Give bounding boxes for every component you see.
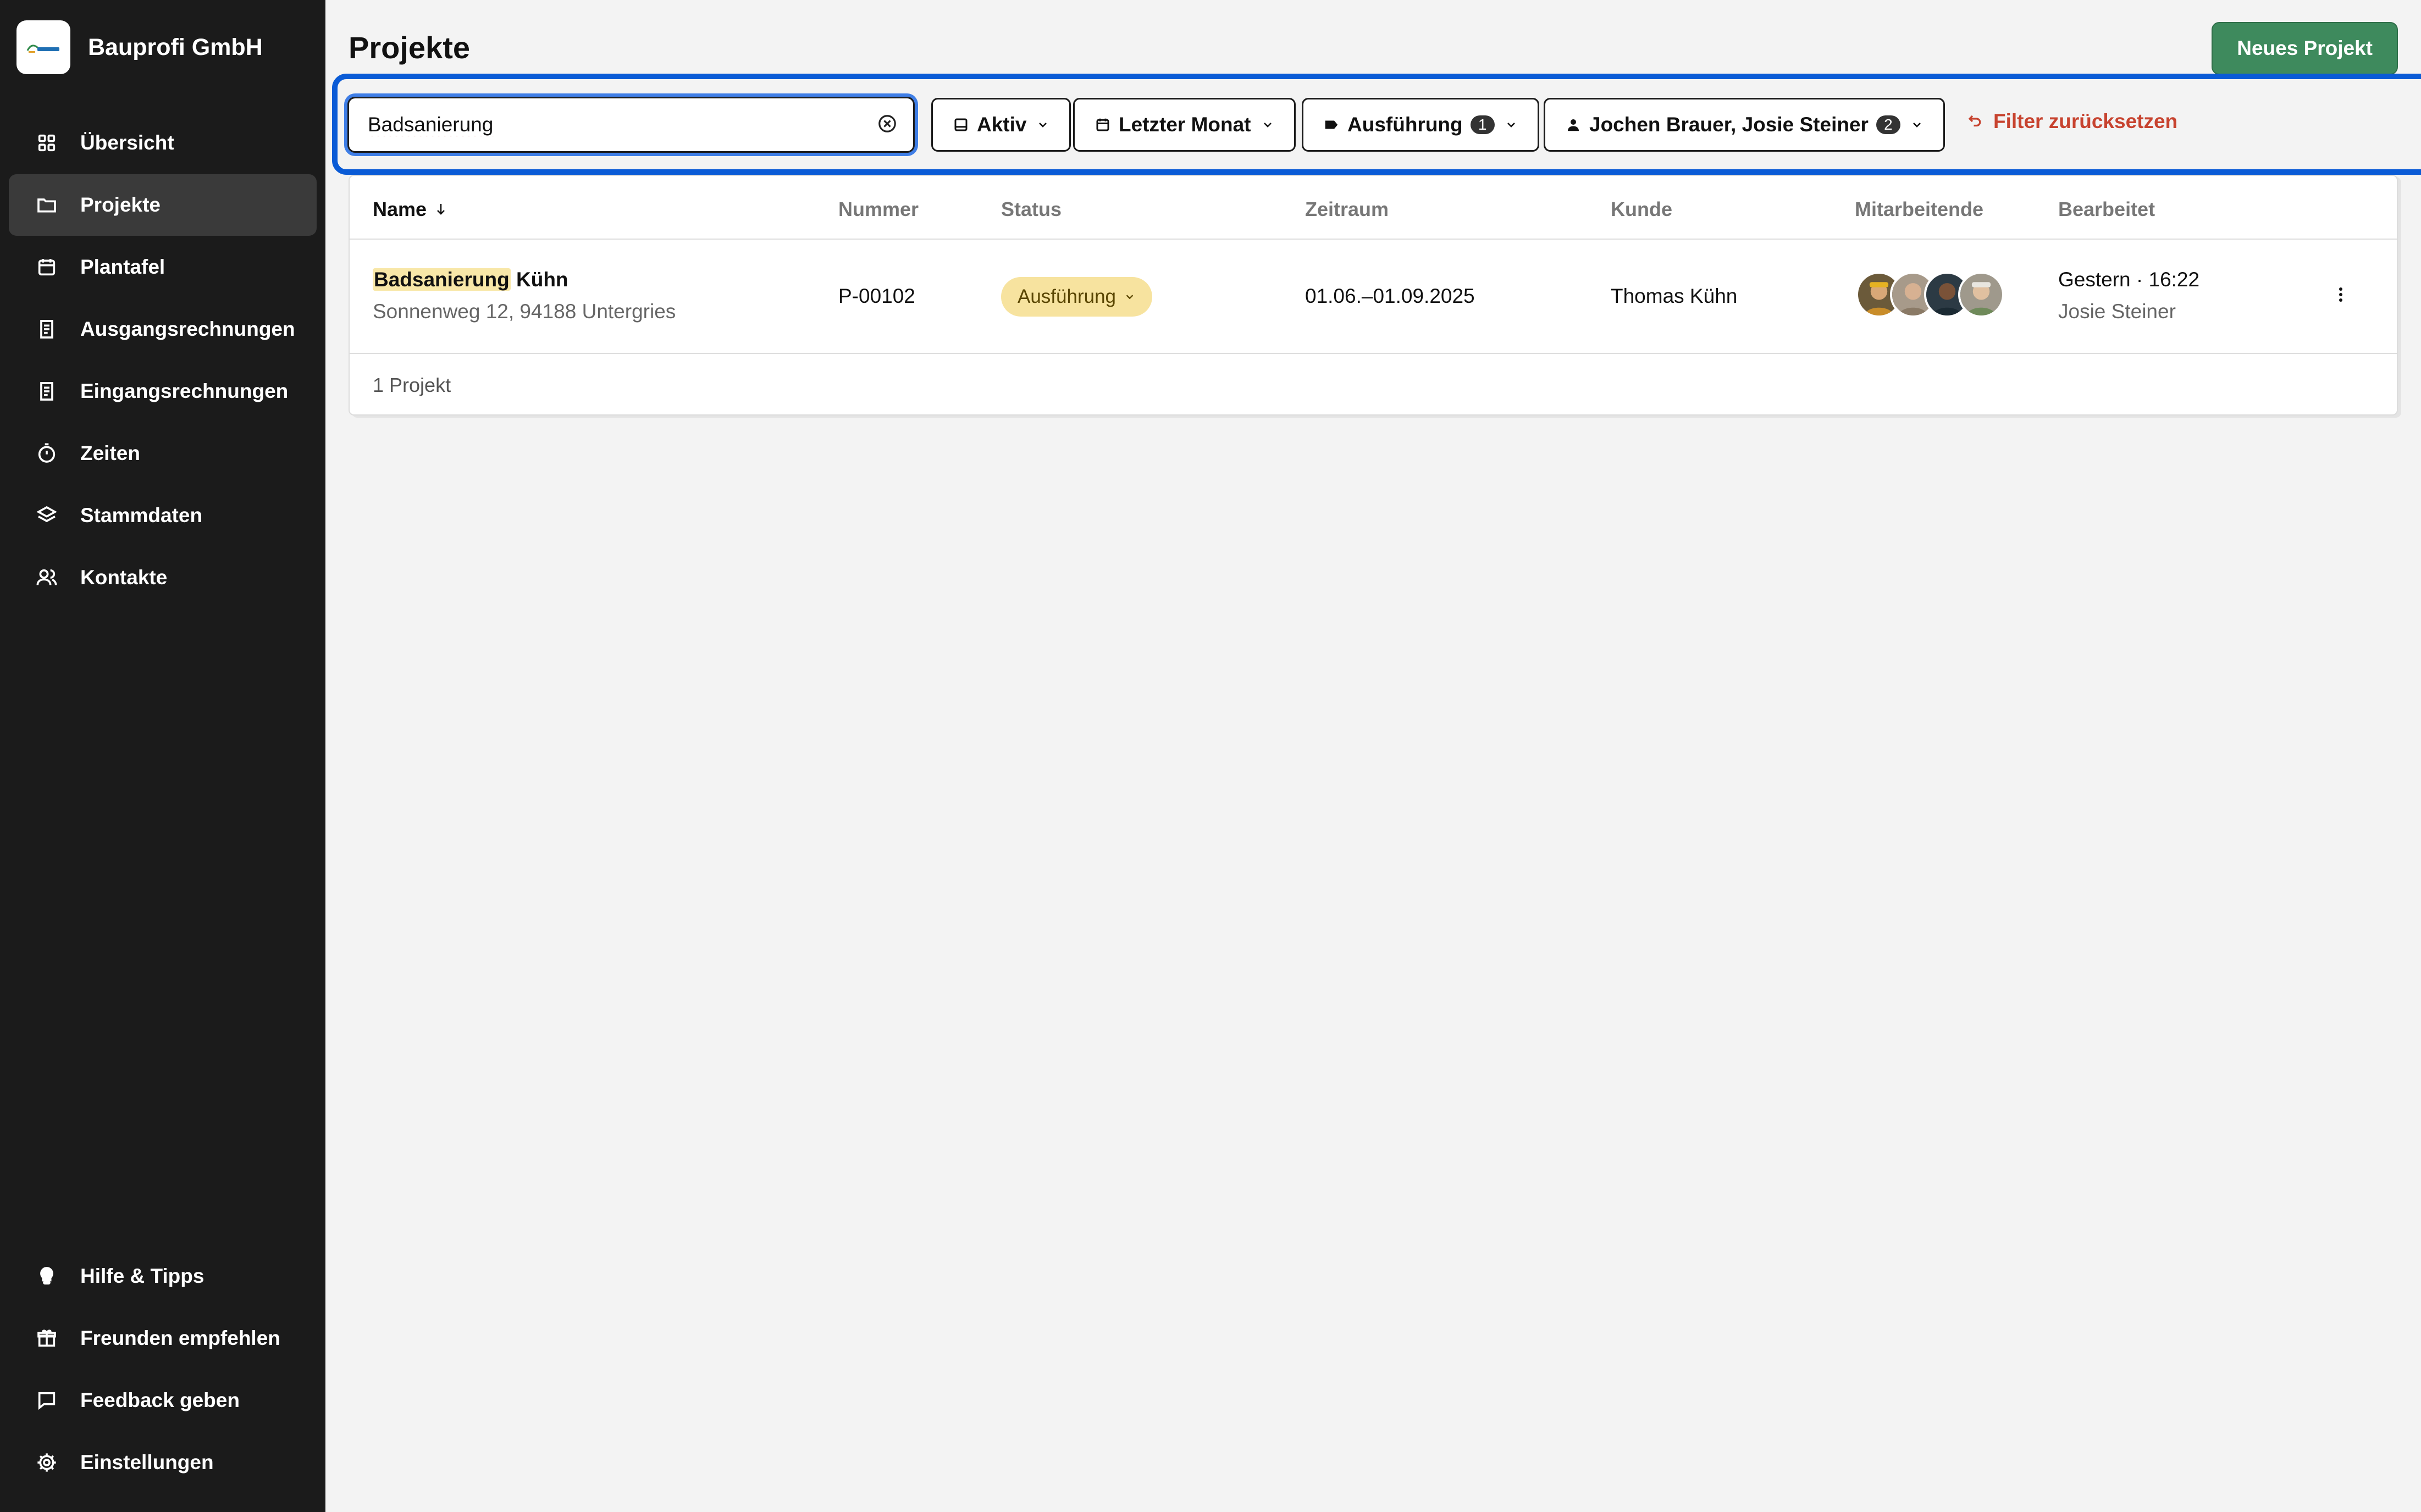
column-header-customer[interactable]: Kunde bbox=[1611, 198, 1672, 221]
page-title: Projekte bbox=[349, 30, 470, 65]
column-header-status[interactable]: Status bbox=[1001, 198, 1062, 221]
bauprofi-logo bbox=[16, 20, 70, 74]
sidebar-item-label: Freunden empfehlen bbox=[80, 1327, 280, 1349]
search-box[interactable] bbox=[347, 97, 915, 153]
search-input[interactable] bbox=[368, 113, 877, 136]
invoice-out-icon bbox=[35, 318, 58, 341]
sidebar-item-label: Zeiten bbox=[80, 442, 140, 464]
grid-icon bbox=[35, 131, 58, 154]
sidebar-item-label: Kontakte bbox=[80, 566, 168, 589]
sidebar: Bauprofi GmbH Übersicht Projekte Plantaf… bbox=[0, 0, 325, 1512]
lightbulb-icon bbox=[35, 1265, 58, 1288]
project-count: 1 Projekt bbox=[373, 374, 451, 396]
edited-time: Gestern · 16:22 bbox=[2058, 268, 2200, 291]
gear-icon bbox=[35, 1451, 58, 1474]
state-filter-label: Aktiv bbox=[977, 113, 1027, 136]
state-filter-button[interactable]: Aktiv bbox=[931, 98, 1071, 152]
sidebar-item-label: Ausgangsrechnungen bbox=[80, 318, 295, 340]
avatar bbox=[1958, 272, 2004, 318]
project-period: 01.06.–01.09.2025 bbox=[1305, 285, 1475, 307]
sidebar-item-einstellungen[interactable]: Einstellungen bbox=[9, 1432, 317, 1493]
sidebar-item-label: Feedback geben bbox=[80, 1389, 240, 1411]
column-header-number[interactable]: Nummer bbox=[838, 198, 919, 221]
gift-icon bbox=[35, 1327, 58, 1350]
calendar-icon bbox=[1095, 117, 1111, 133]
brand[interactable]: Bauprofi GmbH bbox=[16, 20, 263, 75]
employees-filter-button[interactable]: Jochen Brauer, Josie Steiner 2 bbox=[1544, 98, 1945, 152]
employees-filter-label: Jochen Brauer, Josie Steiner bbox=[1589, 113, 1869, 136]
project-number: P-00102 bbox=[838, 285, 915, 307]
sidebar-item-projekte[interactable]: Projekte bbox=[9, 174, 317, 236]
message-icon bbox=[35, 1389, 58, 1412]
sidebar-item-label: Plantafel bbox=[80, 256, 165, 278]
sidebar-item-freunden-empfehlen[interactable]: Freunden empfehlen bbox=[9, 1308, 317, 1369]
search-highlight: Badsanierung bbox=[373, 268, 511, 291]
chevron-down-icon bbox=[1126, 295, 1134, 300]
brand-name: Bauprofi GmbH bbox=[88, 34, 263, 60]
column-header-period[interactable]: Zeitraum bbox=[1305, 198, 1389, 221]
stopwatch-icon bbox=[35, 442, 58, 465]
employees-filter-count: 2 bbox=[1876, 115, 1900, 134]
layers-icon bbox=[35, 504, 58, 527]
sort-arrow-down-icon bbox=[437, 204, 445, 215]
period-filter-button[interactable]: Letzter Monat bbox=[1073, 98, 1296, 152]
chevron-down-icon bbox=[1505, 118, 1518, 131]
sidebar-item-label: Hilfe & Tipps bbox=[80, 1265, 204, 1287]
status-badge[interactable]: Ausführung bbox=[1001, 277, 1153, 317]
invoice-in-icon bbox=[35, 380, 58, 403]
project-customer: Thomas Kühn bbox=[1611, 285, 1738, 307]
sidebar-item-hilfe[interactable]: Hilfe & Tipps bbox=[9, 1245, 317, 1307]
period-filter-label: Letzter Monat bbox=[1119, 113, 1251, 136]
reset-filters-link[interactable]: Filter zurücksetzen bbox=[1967, 110, 2177, 133]
sidebar-item-ausgangsrechnungen[interactable]: Ausgangsrechnungen bbox=[9, 298, 317, 360]
clear-search-icon[interactable] bbox=[877, 113, 898, 137]
sidebar-item-eingangsrechnungen[interactable]: Eingangsrechnungen bbox=[9, 361, 317, 422]
sidebar-item-label: Eingangsrechnungen bbox=[80, 380, 289, 402]
status-filter-count: 1 bbox=[1470, 115, 1495, 134]
archive-icon bbox=[953, 117, 969, 133]
sidebar-item-zeiten[interactable]: Zeiten bbox=[9, 423, 317, 484]
sidebar-item-plantafel[interactable]: Plantafel bbox=[9, 236, 317, 298]
sidebar-item-label: Projekte bbox=[80, 193, 161, 216]
project-address: Sonnenweg 12, 94188 Untergries bbox=[373, 300, 676, 323]
chevron-down-icon bbox=[1036, 118, 1049, 131]
sidebar-item-label: Stammdaten bbox=[80, 504, 203, 527]
sidebar-item-stammdaten[interactable]: Stammdaten bbox=[9, 485, 317, 546]
calendar-icon bbox=[35, 256, 58, 279]
status-filter-button[interactable]: Ausführung 1 bbox=[1302, 98, 1539, 152]
edited-by: Josie Steiner bbox=[2058, 300, 2176, 323]
reset-filters-label: Filter zurücksetzen bbox=[1993, 110, 2178, 132]
sidebar-item-kontakte[interactable]: Kontakte bbox=[9, 547, 317, 608]
sidebar-bottom-nav: Hilfe & Tipps Freunden empfehlen Feedbac… bbox=[9, 1245, 317, 1494]
users-icon bbox=[35, 566, 58, 589]
status-filter-label: Ausführung bbox=[1347, 113, 1463, 136]
sidebar-nav: Übersicht Projekte Plantafel Ausgangsrec… bbox=[9, 112, 317, 609]
folder-icon bbox=[35, 193, 58, 217]
chevron-down-icon bbox=[1910, 118, 1923, 131]
sidebar-item-label: Übersicht bbox=[80, 131, 174, 154]
column-header-employees[interactable]: Mitarbeitende bbox=[1855, 198, 1983, 221]
user-icon bbox=[1565, 117, 1582, 133]
sidebar-item-label: Einstellungen bbox=[80, 1451, 214, 1474]
column-header-name[interactable]: Name bbox=[373, 198, 447, 221]
tag-icon bbox=[1323, 117, 1340, 133]
column-header-edited[interactable]: Bearbeitet bbox=[2058, 198, 2155, 221]
new-project-button[interactable]: Neues Projekt bbox=[2212, 22, 2398, 75]
projects-table: Name Nummer Status Zeitraum Kunde Mitarb… bbox=[349, 175, 2398, 416]
undo-icon bbox=[1968, 115, 1981, 127]
table-header: Name Nummer Status Zeitraum Kunde Mitarb… bbox=[350, 176, 2397, 240]
sidebar-item-feedback[interactable]: Feedback geben bbox=[9, 1370, 317, 1431]
employee-avatars[interactable] bbox=[1856, 272, 2004, 318]
more-vertical-icon[interactable] bbox=[2330, 284, 2352, 308]
table-row[interactable]: Badsanierung Kühn Sonnenweg 12, 94188 Un… bbox=[350, 240, 2397, 354]
chevron-down-icon bbox=[1261, 118, 1274, 131]
sidebar-item-uebersicht[interactable]: Übersicht bbox=[9, 112, 317, 174]
project-name[interactable]: Badsanierung Kühn bbox=[373, 268, 568, 291]
